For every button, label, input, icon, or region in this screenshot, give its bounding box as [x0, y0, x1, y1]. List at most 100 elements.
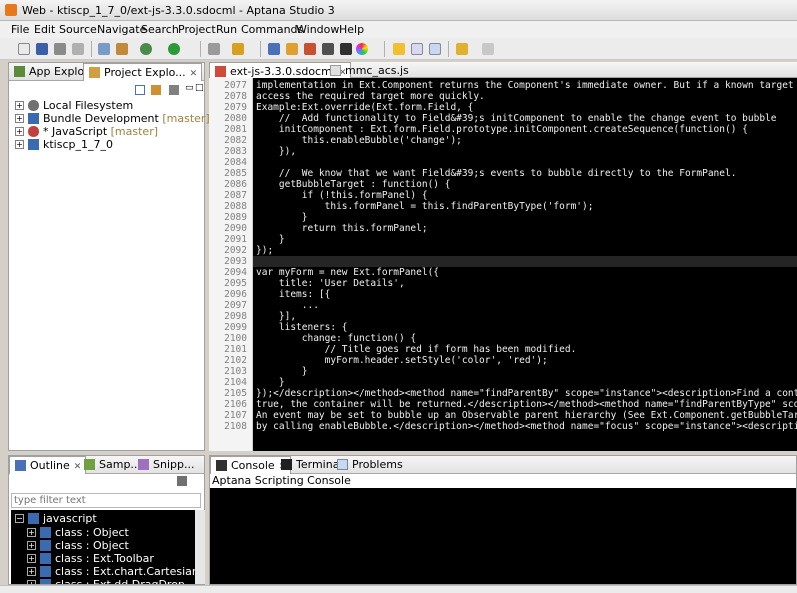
- code-line: access the required target more quickly.: [256, 91, 485, 102]
- apps-icon[interactable]: [286, 43, 298, 55]
- tab-problems[interactable]: Problems: [332, 456, 407, 474]
- color-theme-icon[interactable]: [356, 43, 368, 55]
- expand-icon[interactable]: +: [15, 101, 24, 110]
- tab-snippets[interactable]: Snipp...: [133, 456, 198, 474]
- menu-edit[interactable]: Edit: [34, 23, 55, 36]
- sort-icon[interactable]: [177, 476, 187, 486]
- line-number: 2094: [224, 267, 247, 278]
- forward-icon[interactable]: [482, 43, 494, 55]
- expand-icon[interactable]: +: [27, 554, 36, 563]
- line-number: 2081: [224, 124, 247, 135]
- home-icon[interactable]: [304, 43, 316, 55]
- tree-label: Local Filesystem: [43, 99, 134, 112]
- collapse-icon[interactable]: −: [15, 514, 24, 523]
- back-icon[interactable]: [456, 43, 468, 55]
- outline-scrollbar[interactable]: [195, 510, 205, 584]
- line-number: 2103: [224, 366, 247, 377]
- class-icon: [40, 579, 51, 584]
- menu-project[interactable]: Project: [178, 23, 216, 36]
- menu-help[interactable]: Help: [339, 23, 364, 36]
- project-tree: + Local Filesystem + Bundle Development …: [15, 99, 210, 159]
- class-icon: [40, 527, 51, 538]
- aptana-app-icon: [5, 4, 17, 16]
- menu-file[interactable]: File: [11, 23, 29, 36]
- line-number: 2104: [224, 377, 247, 388]
- current-line-highlight: [253, 256, 797, 267]
- menu-bar: File Edit Source Navigate Search Project…: [0, 21, 797, 38]
- print-icon[interactable]: [72, 43, 84, 55]
- tab-project-explorer[interactable]: Project Explo... ✕: [83, 63, 203, 81]
- line-number: 2083: [224, 146, 247, 157]
- app-explorer-icon: [14, 66, 25, 77]
- menu-search[interactable]: Search: [141, 23, 179, 36]
- code-line: }: [256, 234, 285, 245]
- run-icon[interactable]: [168, 43, 180, 55]
- expand-icon[interactable]: +: [15, 127, 24, 136]
- tree-label: * JavaScript: [43, 125, 108, 138]
- code-line: true, the container will be returned.</d…: [256, 399, 797, 410]
- view-toolbar: ▭ □: [129, 83, 205, 97]
- code-line: if (!this.formPanel) {: [256, 190, 428, 201]
- menu-navigate[interactable]: Navigate: [97, 23, 146, 36]
- line-number: 2091: [224, 234, 247, 245]
- expand-icon[interactable]: +: [27, 567, 36, 576]
- line-number: 2098: [224, 311, 247, 322]
- outline-filter-input[interactable]: [11, 493, 201, 508]
- drive-icon: [28, 100, 39, 111]
- title-bar: Web - ktiscp_1_7_0/ext-js-3.3.0.sdocml -…: [0, 0, 797, 21]
- outline-item-label: class : Ext.dd.DragDrop: [55, 578, 185, 584]
- line-number: 2102: [224, 355, 247, 366]
- menu-window[interactable]: Window: [296, 23, 339, 36]
- toggle-markers-icon[interactable]: [411, 43, 423, 55]
- tree-label: Bundle Development: [43, 112, 159, 125]
- expand-icon[interactable]: +: [15, 140, 24, 149]
- tab-problems-label: Problems: [352, 458, 403, 471]
- close-icon[interactable]: ✕: [190, 69, 198, 79]
- perspective-icon[interactable]: [268, 43, 280, 55]
- code-line: // Title goes red if form has been modif…: [256, 344, 577, 355]
- expand-icon[interactable]: +: [27, 528, 36, 537]
- expand-icon[interactable]: +: [27, 541, 36, 550]
- save-icon[interactable]: [36, 43, 48, 55]
- git-branch-label: [master]: [158, 112, 210, 125]
- terminal-icon: [281, 459, 292, 470]
- save-all-icon[interactable]: [54, 43, 66, 55]
- wizard-icon[interactable]: [232, 43, 244, 55]
- collapse-all-icon[interactable]: [135, 85, 145, 95]
- project-explorer-icon: [89, 67, 100, 78]
- terminal-icon[interactable]: [322, 43, 334, 55]
- menu-source[interactable]: Source: [59, 23, 97, 36]
- snippets-icon: [138, 459, 149, 470]
- menu-run[interactable]: Run: [216, 23, 237, 36]
- menu-commands[interactable]: Commands: [241, 23, 303, 36]
- tab-mmc-acs-js[interactable]: mmc_acs.js: [325, 62, 413, 78]
- window-title: Web - ktiscp_1_7_0/ext-js-3.3.0.sdocml -…: [22, 4, 335, 17]
- open-type-icon[interactable]: [98, 43, 110, 55]
- code-line: title: 'User Details',: [256, 278, 405, 289]
- debug-icon[interactable]: [140, 43, 152, 55]
- show-whitespace-icon[interactable]: [429, 43, 441, 55]
- line-number: 2078: [224, 91, 247, 102]
- console-icon: [216, 460, 227, 471]
- minimize-icon[interactable]: ▭: [185, 83, 194, 93]
- highlight-icon[interactable]: [393, 43, 405, 55]
- line-number: 2077: [224, 80, 247, 91]
- expand-icon[interactable]: +: [15, 114, 24, 123]
- new-icon[interactable]: [18, 43, 30, 55]
- samples-icon: [84, 459, 95, 470]
- view-menu-icon[interactable]: [169, 85, 179, 95]
- deploy-icon[interactable]: [208, 43, 220, 55]
- maximize-icon[interactable]: □: [195, 83, 204, 93]
- console-output[interactable]: [210, 488, 796, 584]
- code-line: this.formPanel = this.findParentByType('…: [256, 201, 594, 212]
- code-line: myForm.header.setStyle('color', 'red');: [256, 355, 548, 366]
- code-editor[interactable]: 2077 implementation in Ext.Component retu…: [209, 78, 797, 451]
- line-number: 2089: [224, 212, 247, 223]
- outline-item-label: class : Object: [55, 526, 129, 539]
- link-editor-icon[interactable]: [151, 85, 161, 95]
- expand-icon[interactable]: +: [27, 580, 36, 584]
- console-icon[interactable]: [340, 43, 352, 55]
- tab-outline[interactable]: Outline ✕: [9, 456, 87, 474]
- line-number: 2093: [224, 256, 247, 267]
- open-resource-icon[interactable]: [116, 43, 128, 55]
